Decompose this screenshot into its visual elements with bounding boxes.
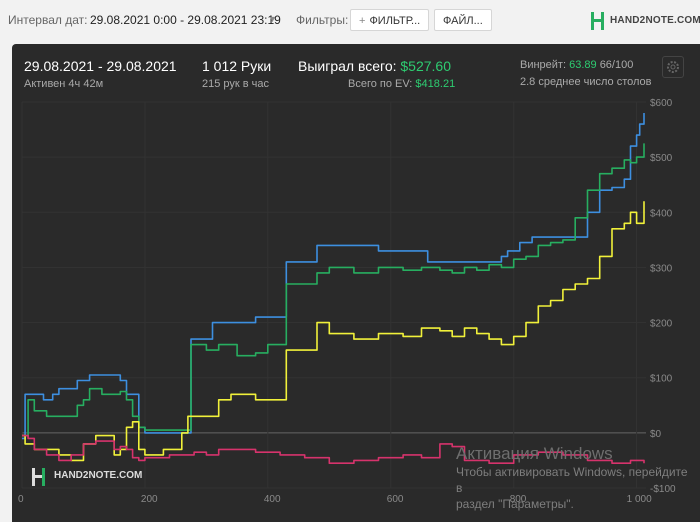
file-button[interactable]: ФАЙЛ... bbox=[434, 9, 492, 31]
windows-activation-text: Чтобы активировать Windows, перейдите в … bbox=[456, 464, 696, 512]
filters-label: Фильтры: bbox=[296, 13, 349, 27]
y-tick-label: $100 bbox=[650, 374, 673, 385]
x-tick-label: 400 bbox=[264, 494, 281, 505]
hand2note-logo-icon bbox=[591, 12, 604, 30]
brand-logo: HAND2NOTE.COM bbox=[590, 10, 700, 32]
chevron-down-icon[interactable]: ▼ bbox=[268, 14, 277, 24]
interval-label: Интервал дат: bbox=[8, 13, 88, 27]
windows-activation-line2: раздел "Параметры". bbox=[456, 497, 574, 511]
y-tick-label: $200 bbox=[650, 319, 673, 330]
series-line-blue bbox=[22, 113, 645, 440]
interval-dropdown[interactable]: 29.08.2021 0:00 - 29.08.2021 23:19 bbox=[90, 13, 281, 27]
toolbar: Интервал дат: 29.08.2021 0:00 - 29.08.20… bbox=[0, 0, 700, 42]
filter-button[interactable]: + ФИЛЬТР... bbox=[350, 9, 430, 31]
y-tick-label: $400 bbox=[650, 208, 673, 219]
plus-icon: + bbox=[359, 15, 366, 27]
y-tick-label: $600 bbox=[650, 98, 673, 109]
y-tick-label: $500 bbox=[650, 153, 673, 164]
y-tick-label: $300 bbox=[650, 263, 673, 274]
brand-logo-bottom: HAND2NOTE.COM bbox=[30, 466, 150, 488]
x-tick-label: 200 bbox=[141, 494, 158, 505]
series-line-yellow bbox=[22, 201, 645, 462]
series-line-green bbox=[22, 143, 645, 437]
y-tick-label: $0 bbox=[650, 429, 662, 440]
file-button-label: ФАЙЛ... bbox=[443, 15, 483, 27]
x-tick-label: 600 bbox=[387, 494, 404, 505]
hand2note-logo-icon bbox=[32, 468, 45, 486]
results-panel: 29.08.2021 - 29.08.2021 Активен 4ч 42м 1… bbox=[12, 44, 700, 522]
brand-text: HAND2NOTE.COM bbox=[610, 15, 700, 26]
windows-activation-line1: Чтобы активировать Windows, перейдите в bbox=[456, 465, 688, 495]
filter-button-label: ФИЛЬТР... bbox=[369, 15, 421, 27]
x-tick-label: 0 bbox=[18, 494, 24, 505]
brand-text-bottom: HAND2NOTE.COM bbox=[54, 470, 143, 481]
windows-activation-title: Активация Windows bbox=[456, 444, 613, 463]
